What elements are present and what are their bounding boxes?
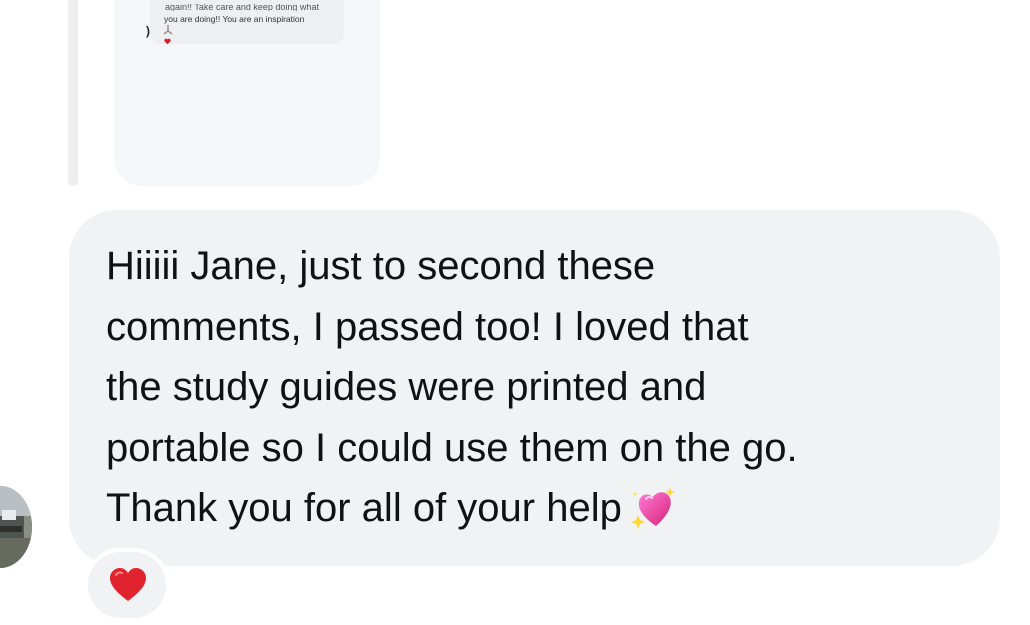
quoted-message-heart-icon — [164, 38, 171, 47]
red-heart-icon — [108, 567, 148, 608]
reply-thread-bar — [68, 0, 78, 186]
message-text: Hiiiii Jane, just to second these commen… — [106, 236, 986, 539]
reaction-badge[interactable] — [84, 548, 170, 622]
message-body: Hiiiii Jane, just to second these commen… — [106, 244, 798, 530]
quoted-message-emoji-icon — [162, 24, 174, 39]
sparkling-heart-icon — [630, 485, 676, 529]
quoted-message-line-1: again!! Take care and keep doing what — [165, 4, 319, 11]
avatar[interactable] — [0, 486, 32, 568]
quoted-message-line-2: you are doing!! You are an inspiration — [164, 14, 305, 24]
quoted-message-marker: ) — [146, 24, 150, 38]
